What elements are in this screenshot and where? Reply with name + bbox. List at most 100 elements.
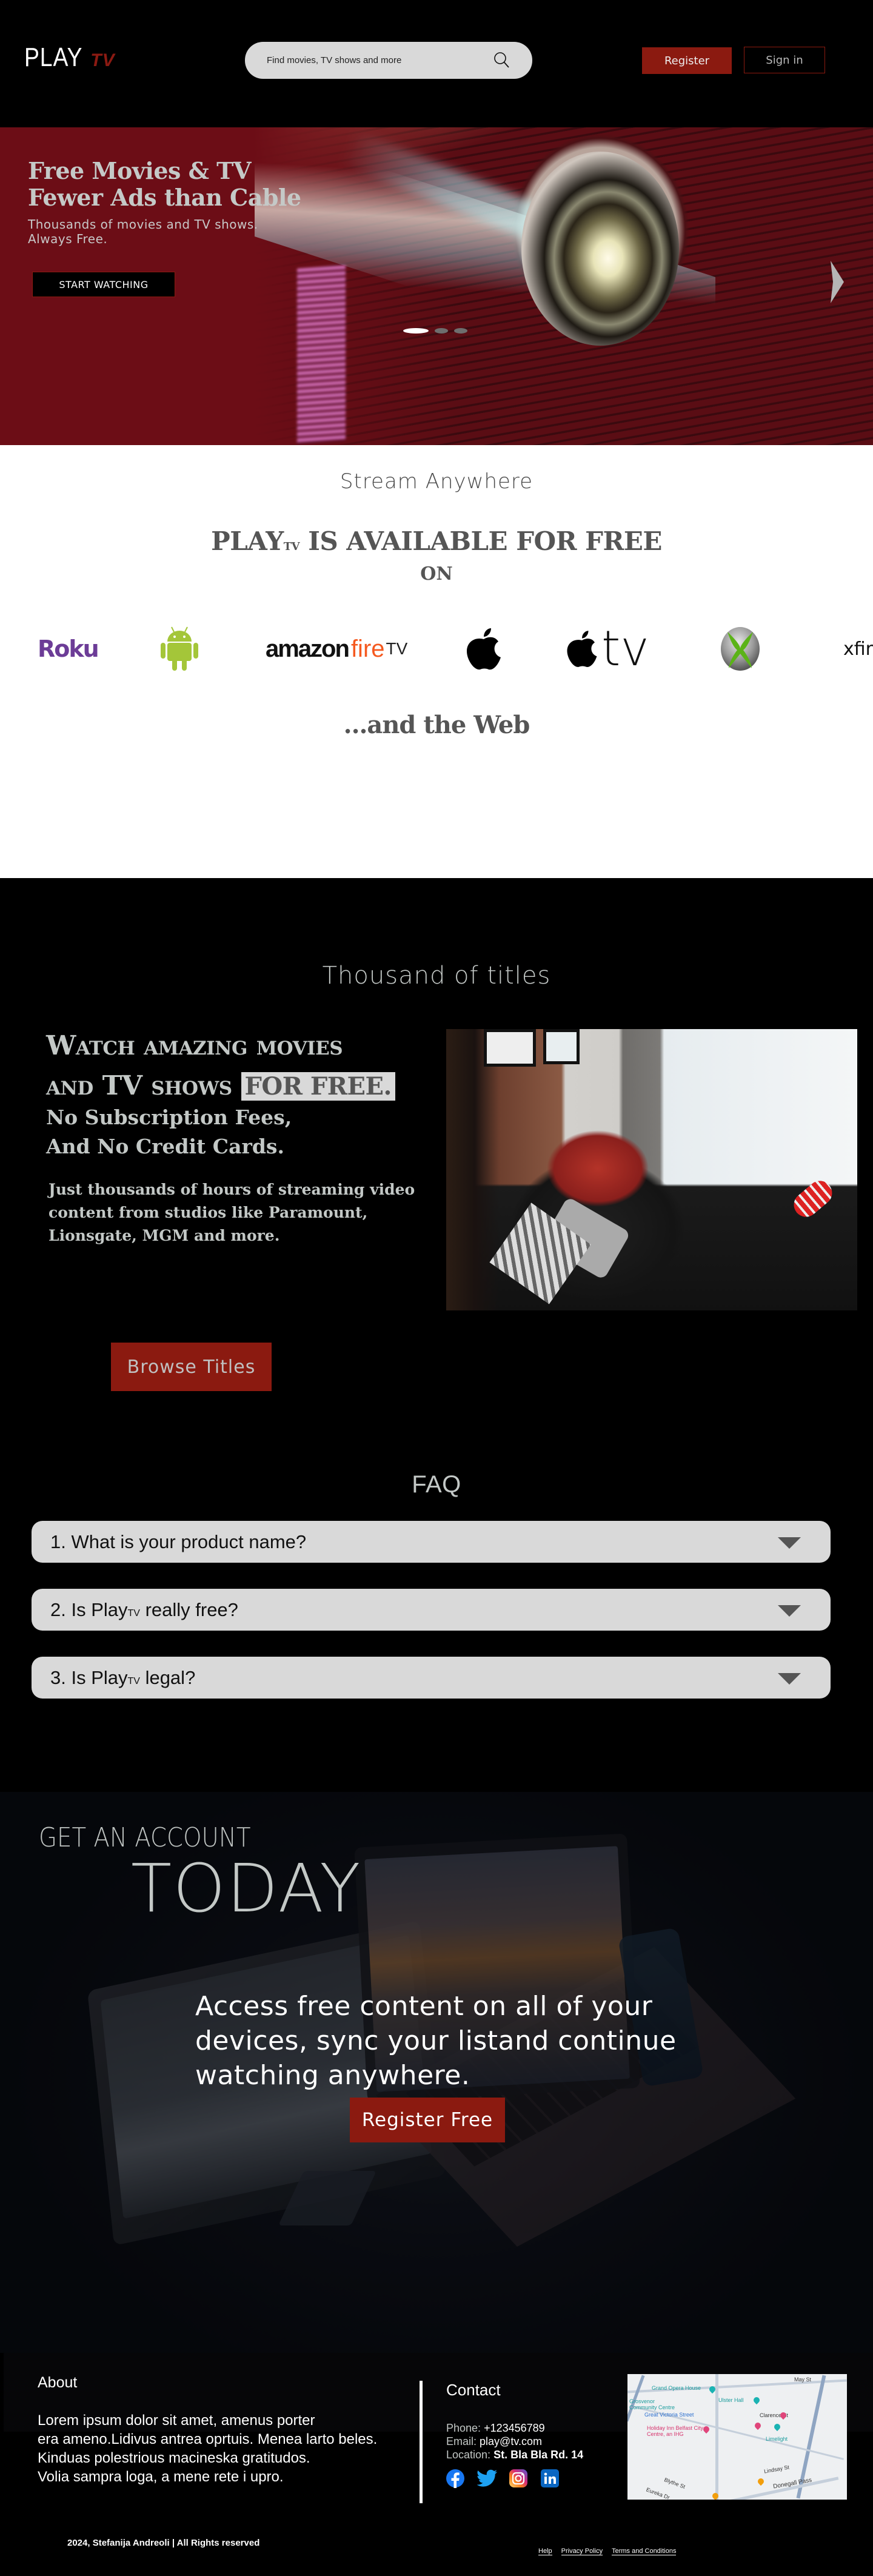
about-line: Kinduas polestrious macineska gratitudos… (38, 2450, 310, 2466)
heading-rest: IS AVAILABLE FOR FREE (299, 526, 662, 556)
phone-value[interactable]: +123456789 (484, 2422, 545, 2434)
help-link[interactable]: Help (538, 2547, 552, 2555)
titles-section-title: Thousand of titles (322, 962, 551, 990)
search-bar (245, 42, 532, 79)
map-label: Blythe St (663, 2477, 686, 2490)
privacy-policy-link[interactable]: Privacy Policy (561, 2547, 603, 2555)
about-line: Lorem ipsum dolor sit amet, amenus porte… (38, 2412, 315, 2429)
about-line: era ameno.Lidivus antrea oprtuis. Menea … (38, 2431, 378, 2447)
twitter-icon[interactable] (477, 2469, 497, 2489)
hero-image-light (297, 265, 346, 444)
instagram-icon[interactable] (509, 2469, 527, 2489)
apple-icon (467, 628, 501, 670)
register-button[interactable]: Register (642, 47, 732, 74)
apple-tv-icon (567, 631, 597, 667)
caret-down-icon[interactable] (778, 1605, 801, 1617)
faq-item[interactable]: 3. Is PlayTV legal? (32, 1657, 831, 1699)
faq-title: FAQ (412, 1471, 461, 1498)
register-free-button[interactable]: Register Free (350, 2098, 505, 2142)
browse-titles-button[interactable]: Browse Titles (111, 1343, 272, 1391)
search-icon[interactable] (492, 51, 512, 70)
watch-heading-line1: Watch amazing movies (46, 1030, 343, 1061)
faq-question-tv: TV (127, 1675, 140, 1686)
footer-links: Help Privacy Policy Terms and Conditions (538, 2547, 677, 2555)
hero-image-projector-lens (521, 152, 679, 346)
faq-question-text: 1. What is your product name? (50, 1531, 307, 1552)
map-label: Eureka Dr (645, 2486, 671, 2500)
phone-label: Phone: (446, 2422, 481, 2434)
faq-question: 3. Is PlayTV legal? (50, 1667, 195, 1689)
location-label: Location: (446, 2449, 491, 2461)
copyright-text: 2024, Stefanija Andreoli | All Rights re… (67, 2538, 260, 2548)
and-the-web-text: ...and the Web (343, 711, 530, 739)
fire-text: fire (350, 635, 385, 662)
map-label: Limelight (766, 2436, 788, 2442)
about-heading: About (38, 2374, 78, 2391)
get-account-heading: GET AN ACCOUNT (39, 1822, 251, 1853)
roku-logo: Roku (38, 636, 99, 662)
hero-title: Free Movies & TV Fewer Ads than Cable (28, 158, 301, 211)
no-subscription-text: No Subscription Fees, (46, 1105, 292, 1129)
apple-tv-logo: tv (565, 612, 649, 685)
stream-subtitle: Stream Anywhere (340, 469, 534, 494)
map-pin (772, 2422, 782, 2432)
terms-link[interactable]: Terms and Conditions (612, 2547, 677, 2555)
start-watching-button[interactable]: START WATCHING (32, 272, 175, 297)
faq-item[interactable]: 2. Is PlayTV really free? (32, 1589, 831, 1631)
caret-down-icon[interactable] (778, 1673, 801, 1685)
map-label: Ulster Hall (718, 2397, 744, 2403)
location-value: St. Bla Bla Rd. 14 (493, 2449, 584, 2461)
facebook-icon[interactable] (446, 2469, 464, 2489)
watch-description: Just thousands of hours of streaming vid… (48, 1181, 415, 1244)
site-footer: About Lorem ipsum dolor sit amet, amenus… (0, 2353, 873, 2576)
location-map[interactable]: Grand Opera House Grosvenor Community Ce… (627, 2374, 847, 2500)
hero-subtitle-line2: Always Free. (28, 232, 108, 246)
hero-content: Free Movies & TV Fewer Ads than Cable Th… (28, 141, 301, 247)
map-label: May St (794, 2376, 812, 2383)
on-label: ON (420, 563, 453, 585)
hero-title-line1: Free Movies & TV (28, 157, 251, 184)
xbox-icon (721, 627, 760, 671)
logo[interactable]: PLAY TV (24, 42, 115, 73)
faq-question: 1. What is your product name? (50, 1531, 306, 1553)
stream-anywhere-section: Stream Anywhere PLAYTV IS AVAILABLE FOR … (0, 445, 873, 878)
hero-subtitle: Thousands of movies and TV shows. Always… (28, 217, 301, 246)
contact-info: Phone: +123456789 Email: play@tv.com Loc… (446, 2421, 583, 2461)
platform-logos: Roku amazon fire TV tv xfir (0, 612, 873, 685)
no-credit-cards-text: And No Credit Cards. (46, 1135, 284, 1158)
search-input[interactable] (267, 55, 473, 65)
site-header: PLAY TV Register Sign in (0, 0, 873, 127)
carousel-dot-3[interactable] (454, 328, 467, 334)
caret-down-icon[interactable] (778, 1537, 801, 1549)
xfinity-logo: xfir (843, 638, 873, 660)
email-label: Email: (446, 2435, 477, 2447)
faq-question-text: 3. Is Play (50, 1666, 128, 1688)
chevron-right-icon[interactable] (831, 261, 844, 303)
about-text: Lorem ipsum dolor sit amet, amenus porte… (38, 2411, 377, 2486)
faq-question-suffix: legal? (139, 1666, 196, 1688)
watch-heading: Watch amazing movies and TV shows FOR FR… (46, 1026, 434, 1107)
map-pin (753, 2421, 763, 2430)
amazon-text: amazon (266, 635, 350, 662)
map-label: Grosvenor Community Centre (629, 2398, 675, 2410)
android-icon (161, 626, 198, 671)
linkedin-icon[interactable] (540, 2469, 559, 2489)
xbox-logo (719, 612, 761, 685)
carousel-dots (403, 328, 467, 334)
social-links (446, 2469, 559, 2489)
email-value[interactable]: play@tv.com (480, 2435, 542, 2447)
carousel-dot-2[interactable] (435, 328, 448, 334)
watch-subheading: No Subscription Fees, And No Credit Card… (46, 1103, 434, 1161)
account-description: Access free content on all of your devic… (195, 1991, 677, 2091)
carousel-dot-1[interactable] (403, 328, 429, 334)
map-label: Lindsay St (763, 2464, 790, 2475)
availability-heading: PLAYTV IS AVAILABLE FOR FREE (0, 526, 873, 556)
about-line: Volia sampra loga, a mene rete i upro. (38, 2469, 284, 2485)
faq-question-text: 2. Is Play (50, 1598, 128, 1620)
hero-title-line2: Fewer Ads than Cable (28, 184, 301, 211)
logo-tv: TV (90, 50, 115, 70)
faq-item[interactable]: 1. What is your product name? (32, 1521, 831, 1563)
for-free-highlight: FOR FREE. (241, 1072, 395, 1101)
sign-in-button[interactable]: Sign in (744, 47, 825, 73)
heading-play: PLAY (211, 526, 284, 556)
